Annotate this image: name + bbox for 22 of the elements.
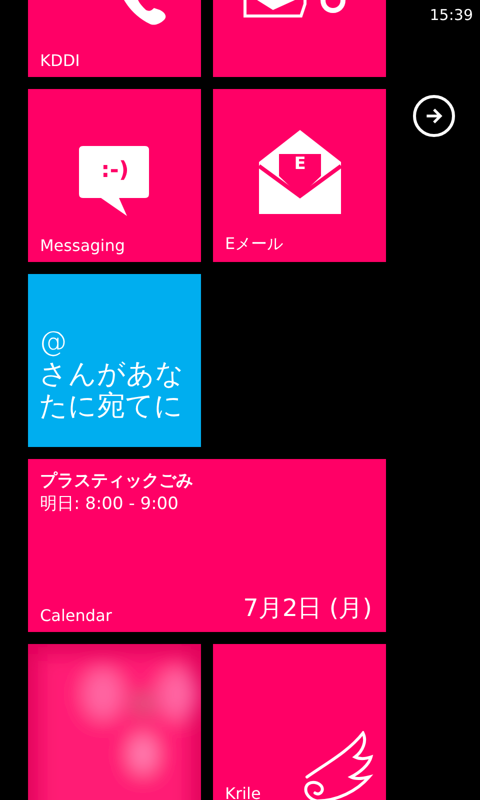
app-tile[interactable]: プラスティックごみ 明日: 8:00 - 9:00 Calendar 7月2日 (月) <box>28 459 386 632</box>
tile-label: Eメール <box>225 234 284 255</box>
tweet-text: @ <box>39 326 68 358</box>
calendar-date: 7月2日 (月) <box>243 593 372 624</box>
tile-label: Krile <box>225 784 261 800</box>
status-time: 15:39 <box>430 6 473 24</box>
event-time: 明日: 8:00 - 9:00 <box>40 493 178 515</box>
event-title: プラスティックごみ <box>40 470 193 492</box>
message-icon: :-) <box>79 146 151 216</box>
app-tile[interactable]: Krile <box>213 644 386 800</box>
app-tile[interactable]: :-) Messaging <box>28 89 201 262</box>
envelope-icon: E <box>257 130 343 216</box>
tile-label: KDDI <box>40 51 80 70</box>
tweet-text: さんがあな <box>39 358 184 390</box>
tile-label: Calendar <box>40 606 112 625</box>
tweet-text: たに宛てに <box>39 390 184 422</box>
phone-icon <box>124 0 168 26</box>
app-tile[interactable]: KDDI <box>28 0 201 77</box>
app-tile[interactable]: @ さんがあな たに宛てに <box>28 274 201 447</box>
app-tile[interactable]: E Eメール <box>213 89 386 262</box>
arrow-button[interactable] <box>413 95 455 137</box>
tile-label: Messaging <box>40 236 126 255</box>
